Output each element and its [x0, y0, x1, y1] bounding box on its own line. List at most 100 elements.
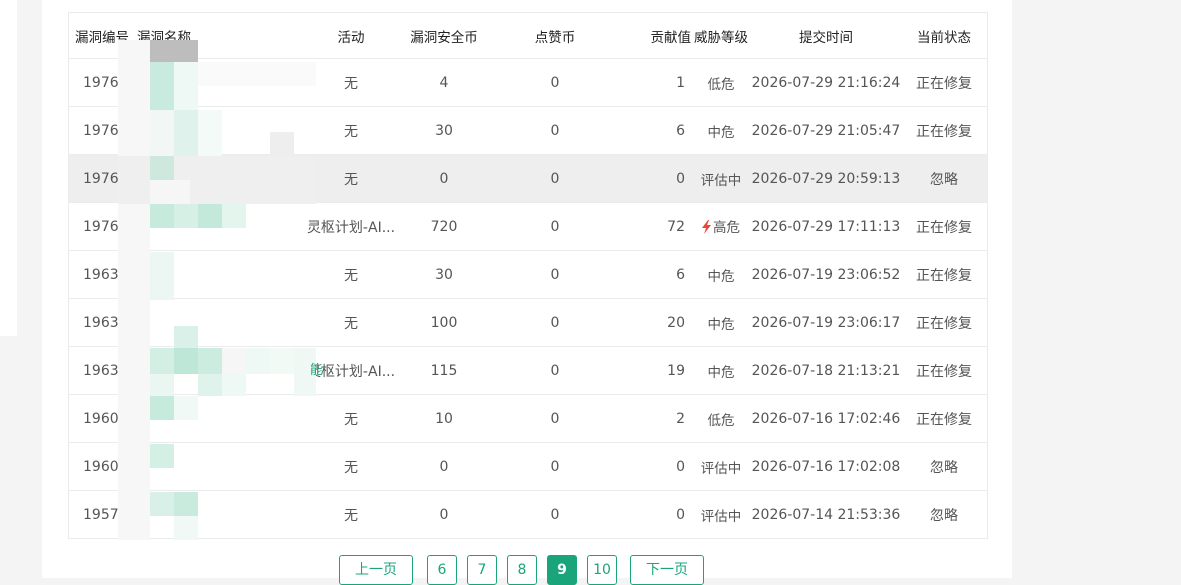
- cell-coins: 4: [407, 58, 481, 107]
- cell-status: 正在修复: [901, 394, 987, 443]
- cell-status: 正在修复: [901, 202, 987, 251]
- cell-contribution: 1: [629, 58, 691, 107]
- page-button-8[interactable]: 8: [507, 555, 537, 585]
- cell-likes: 0: [481, 298, 629, 347]
- table-row[interactable]: 1960 无 0 0 0 评估中 2026-07-16 17:02:08 忽略: [69, 442, 987, 491]
- cell-contribution: 72: [629, 202, 691, 251]
- cell-activity: 无: [295, 154, 407, 203]
- cell-likes: 0: [481, 58, 629, 107]
- cell-name: [137, 106, 295, 155]
- next-page-button[interactable]: 下一页: [630, 555, 704, 585]
- cell-contribution: 0: [629, 154, 691, 203]
- cell-name: [137, 154, 295, 203]
- cell-likes: 0: [481, 106, 629, 155]
- cell-contribution: 0: [676, 506, 685, 523]
- header-submit-time: 提交时间: [751, 13, 901, 59]
- cell-likes: 0: [481, 394, 629, 443]
- cell-status: 正在修复: [901, 298, 987, 347]
- cell-coins: 0: [439, 506, 449, 523]
- name-fragment: 能: [310, 363, 324, 378]
- cell-coins: 10: [407, 394, 481, 443]
- cell-likes: 0: [481, 442, 629, 491]
- cell-id: 1960: [69, 442, 137, 491]
- cell-contribution: 2: [629, 394, 691, 443]
- cell-threat-level: 中危: [691, 346, 751, 395]
- cell-contribution: 6: [629, 106, 691, 155]
- cell-contribution: 6: [629, 250, 691, 299]
- cell-coins: 115: [407, 346, 481, 395]
- pagination: 上一页 6 7 8 9 10 下一页: [0, 555, 1181, 585]
- cell-threat-level: 评估中: [700, 508, 742, 525]
- cell-threat-level: 中危: [691, 298, 751, 347]
- header-activity: 活动: [295, 13, 407, 59]
- table-row[interactable]: 1963 灵枢计划-AI... 115 0 19 中危 2026-07-18 21:13:2…: [69, 346, 987, 395]
- cell-id: 1976: [69, 58, 137, 107]
- cell-coins: 0: [407, 442, 481, 491]
- cell-id: 1957: [83, 506, 119, 523]
- table-row[interactable]: 1963 无 100 0 20 中危 2026-07-19 23:06:17 正在修复: [69, 298, 987, 347]
- page-button-7[interactable]: 7: [467, 555, 497, 585]
- page-button-6[interactable]: 6: [427, 555, 457, 585]
- cell-name: [137, 442, 295, 491]
- prev-page-button[interactable]: 上一页: [339, 555, 413, 585]
- page-button-9-current[interactable]: 9: [547, 555, 577, 585]
- cell-submit-time: 2026-07-29 17:11:13: [751, 202, 901, 251]
- cell-threat-level: 低危: [691, 58, 751, 107]
- vulnerability-table: 漏洞编号 漏洞名称 活动 漏洞安全币 点赞币 贡献值 威胁等级 提交时间 当前状…: [68, 12, 988, 539]
- cell-submit-time: 2026-07-29 21:16:24: [751, 58, 901, 107]
- cell-status: 正在修复: [901, 250, 987, 299]
- header-contribution: 贡献值: [629, 13, 691, 59]
- cell-activity: 无: [295, 106, 407, 155]
- cell-likes: 0: [481, 154, 629, 203]
- header-status: 当前状态: [901, 13, 987, 59]
- threat-level-text: 高危: [713, 219, 740, 236]
- cell-threat-level: 评估中: [691, 442, 751, 491]
- cell-likes: 0: [481, 346, 629, 395]
- header-threat-level: 威胁等级: [691, 13, 751, 59]
- cell-id: 1963: [69, 250, 137, 299]
- cell-status: 忽略: [901, 442, 987, 491]
- cell-id: 1976: [69, 106, 137, 155]
- header-id: 漏洞编号: [69, 13, 137, 59]
- cell-status: 正在修复: [901, 58, 987, 107]
- header-coins: 漏洞安全币: [407, 13, 481, 59]
- table-row[interactable]: 1960 无 10 0 2 低危 2026-07-16 17:02:46 正在修复: [69, 394, 987, 443]
- cell-activity: 无: [295, 442, 407, 491]
- cell-status: 忽略: [901, 154, 987, 203]
- cell-id: 1976: [69, 154, 137, 203]
- cell-threat-level: 中危: [691, 250, 751, 299]
- cell-name: [137, 58, 295, 107]
- table-row[interactable]: 1976 灵枢计划-AI... 720 0 72 高危 2026-07-29 17:11:1…: [69, 202, 987, 251]
- cell-id: 1976: [69, 202, 137, 251]
- table-row[interactable]: 1976 无 30 0 6 中危 2026-07-29 21:05:47 正在修复: [69, 106, 987, 155]
- table-row[interactable]: 1976 无 0 0 0 评估中 2026-07-29 20:59:13 忽略: [69, 154, 987, 203]
- header-likes: 点赞币: [481, 13, 629, 59]
- cell-submit-time: 2026-07-14 21:53:36: [751, 506, 901, 523]
- cell-submit-time: 2026-07-29 20:59:13: [751, 154, 901, 203]
- cell-submit-time: 2026-07-19 23:06:17: [751, 298, 901, 347]
- cell-activity: 灵枢计划-AI...: [295, 202, 407, 251]
- cell-coins: 30: [407, 106, 481, 155]
- cell-submit-time: 2026-07-16 17:02:46: [751, 394, 901, 443]
- page-button-10[interactable]: 10: [587, 555, 617, 585]
- cell-activity: 无: [295, 298, 407, 347]
- cell-threat-level: 高危: [691, 202, 751, 251]
- table-row[interactable]: 1957 无 0 0 0 评估中 2026-07-14 21:53:36 忽略: [69, 491, 987, 539]
- cell-activity: 无: [344, 507, 358, 524]
- table-row[interactable]: 1963 无 30 0 6 中危 2026-07-19 23:06:52 正在修复: [69, 250, 987, 299]
- cell-name: [137, 491, 295, 539]
- header-name: 漏洞名称: [137, 13, 295, 59]
- cell-submit-time: 2026-07-29 21:05:47: [751, 106, 901, 155]
- cell-coins: 720: [407, 202, 481, 251]
- cell-coins: 0: [407, 154, 481, 203]
- table-row[interactable]: 1976 无 4 0 1 低危 2026-07-29 21:16:24 正在修复: [69, 58, 987, 107]
- cell-activity: 无: [295, 394, 407, 443]
- cell-submit-time: 2026-07-16 17:02:08: [751, 442, 901, 491]
- cell-contribution: 19: [629, 346, 691, 395]
- cell-id: 1963: [69, 298, 137, 347]
- cell-activity: 无: [295, 250, 407, 299]
- cell-name: [137, 202, 295, 251]
- cell-coins: 30: [407, 250, 481, 299]
- cell-name: [137, 298, 295, 347]
- cell-submit-time: 2026-07-18 21:13:21: [751, 346, 901, 395]
